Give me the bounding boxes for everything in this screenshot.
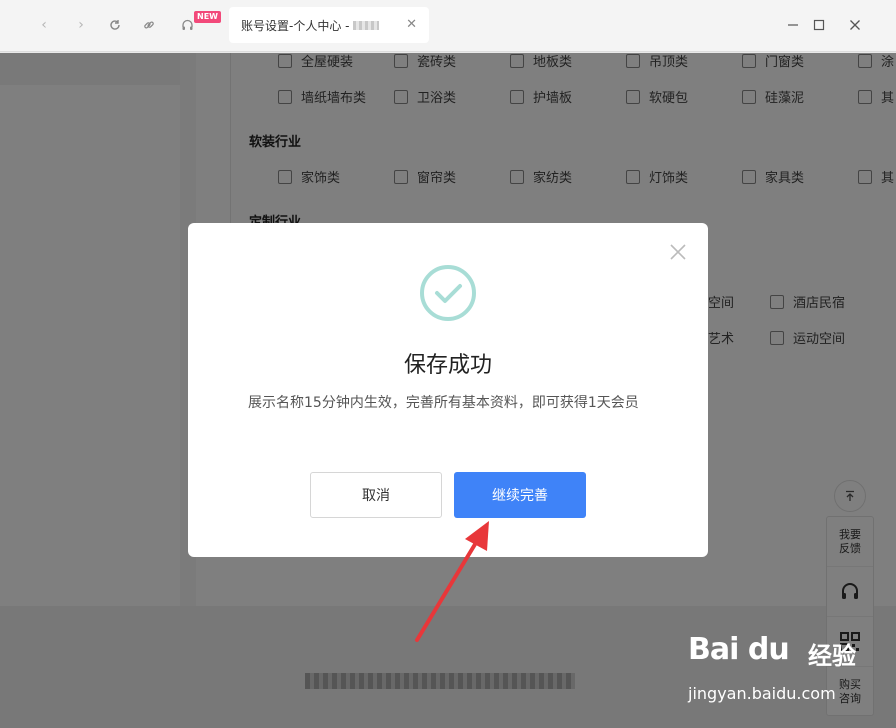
browser-chrome: ‹ › NEW 账号设置-个人中心 - ✕ xyxy=(0,0,896,52)
cancel-button[interactable]: 取消 xyxy=(310,472,442,518)
tab-title: 账号设置-个人中心 - xyxy=(241,18,350,33)
back-icon[interactable]: ‹ xyxy=(33,14,55,36)
dialog-title: 保存成功 xyxy=(403,353,492,378)
baidu-jingyan-watermark: Bai du 经验 jingyan.baidu.com xyxy=(688,632,888,712)
tab-account-settings[interactable]: 账号设置-个人中心 - ✕ xyxy=(229,7,429,43)
watermark-url: jingyan.baidu.com xyxy=(688,684,836,703)
tab-title-redacted xyxy=(353,20,380,30)
minimize-icon[interactable] xyxy=(782,14,804,36)
refresh-icon[interactable] xyxy=(104,14,126,36)
forward-icon[interactable]: › xyxy=(70,14,92,36)
watermark-jingyan: 经验 xyxy=(808,642,856,670)
dialog-close-icon[interactable] xyxy=(668,242,688,262)
maximize-icon[interactable] xyxy=(808,14,830,36)
new-badge: NEW xyxy=(194,11,221,23)
window-close-icon[interactable] xyxy=(844,14,866,36)
success-check-icon xyxy=(420,265,476,321)
link-icon[interactable] xyxy=(138,14,160,36)
tab-close-icon[interactable]: ✕ xyxy=(406,17,417,32)
save-success-dialog: 保存成功 展示名称15分钟内生效，完善所有基本资料，即可获得1天会员 取消 继续… xyxy=(188,223,708,557)
watermark-brand: Bai du xyxy=(688,632,790,667)
dialog-message: 展示名称15分钟内生效，完善所有基本资料，即可获得1天会员 xyxy=(248,395,639,411)
annotation-arrow-icon xyxy=(415,521,489,642)
continue-button[interactable]: 继续完善 xyxy=(454,472,586,518)
